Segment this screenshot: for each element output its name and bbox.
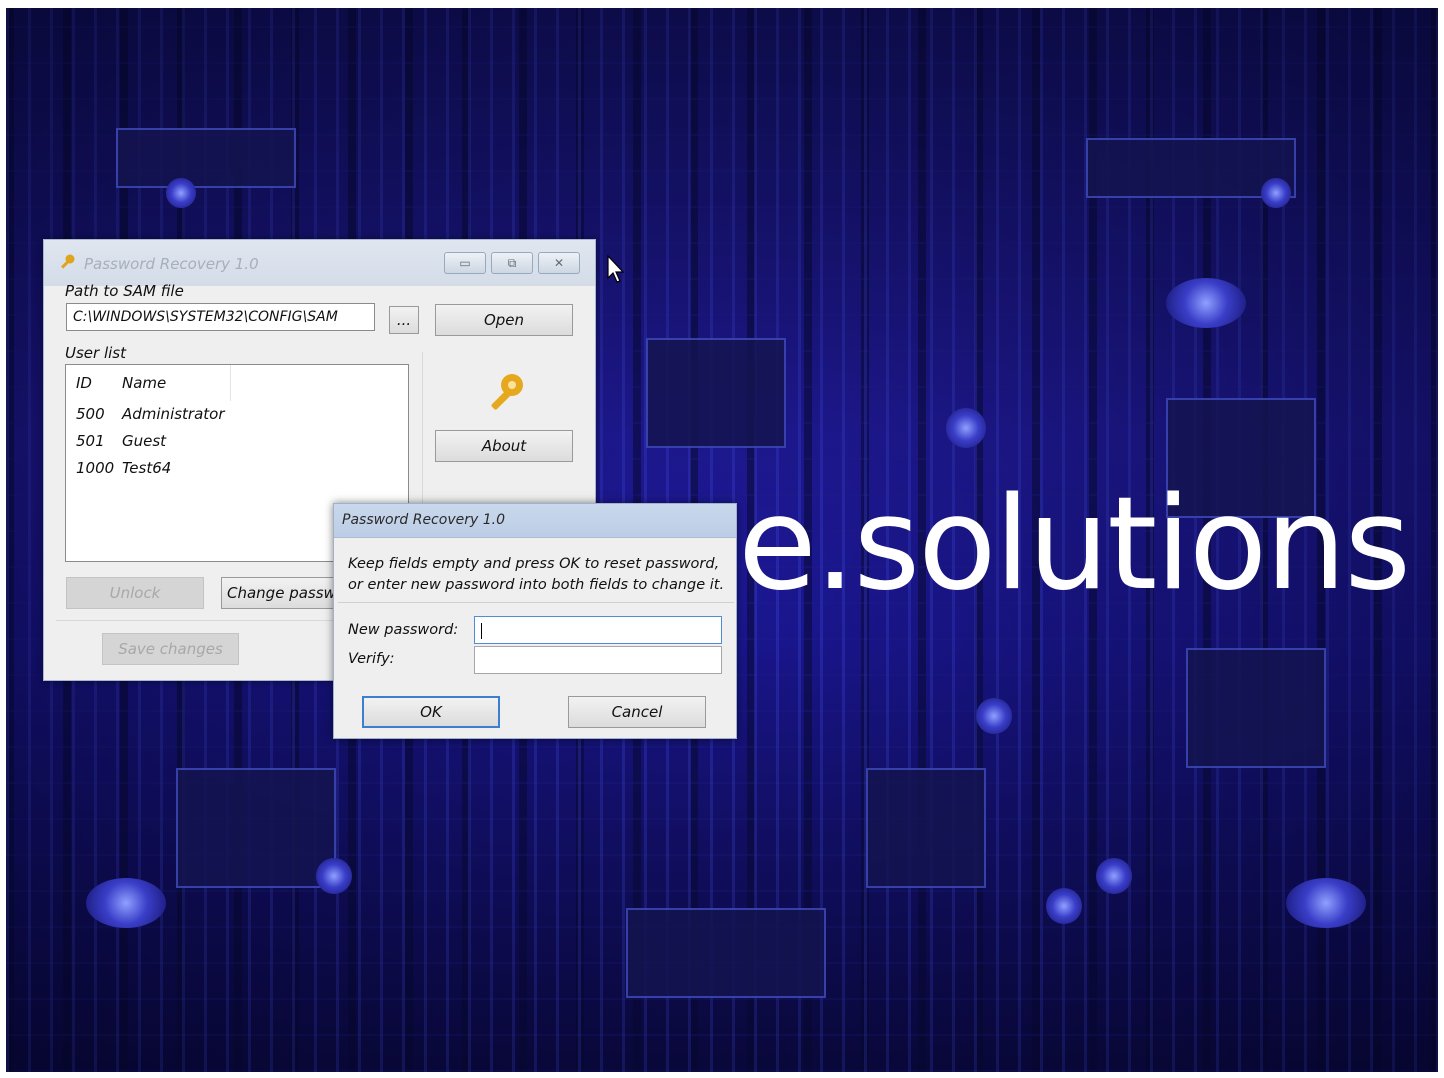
list-item[interactable]: 501 Guest bbox=[66, 430, 366, 456]
circuit-chip bbox=[116, 128, 296, 188]
circuit-pad bbox=[1046, 888, 1082, 924]
circuit-pad bbox=[166, 178, 196, 208]
circuit-pad bbox=[316, 858, 352, 894]
circuit-pad bbox=[86, 878, 166, 928]
list-item[interactable]: 1000 Test64 bbox=[66, 457, 366, 483]
unlock-button[interactable]: Unlock bbox=[66, 577, 204, 609]
dialog-message: Keep fields empty and press OK to reset … bbox=[348, 554, 724, 596]
circuit-pad bbox=[1286, 878, 1366, 928]
open-button[interactable]: Open bbox=[435, 304, 573, 336]
minimize-button[interactable]: ▭ bbox=[444, 252, 486, 274]
circuit-chip bbox=[866, 768, 986, 888]
sam-path-input[interactable] bbox=[66, 303, 375, 331]
dialog-message-line: Keep fields empty and press OK to reset … bbox=[348, 556, 720, 572]
change-password-dialog: Password Recovery 1.0 Keep fields empty … bbox=[333, 503, 737, 739]
user-id: 501 bbox=[76, 432, 105, 450]
circuit-chip bbox=[1186, 648, 1326, 768]
circuit-pad bbox=[1261, 178, 1291, 208]
column-header-name[interactable]: Name bbox=[122, 374, 166, 392]
dialog-message-line: or enter new password into both fields t… bbox=[348, 577, 725, 593]
circuit-chip bbox=[646, 338, 786, 448]
key-icon bbox=[491, 374, 523, 410]
user-id: 1000 bbox=[76, 459, 115, 477]
close-button[interactable]: ✕ bbox=[538, 252, 580, 274]
brand-text: e.solutions bbox=[738, 470, 1411, 619]
user-id: 500 bbox=[76, 405, 105, 423]
circuit-pad bbox=[1166, 278, 1246, 328]
user-list-label: User list bbox=[65, 344, 126, 362]
circuit-pad bbox=[976, 698, 1012, 734]
divider bbox=[338, 602, 734, 603]
list-header: ID Name bbox=[66, 365, 231, 401]
ok-button[interactable]: OK bbox=[362, 696, 500, 728]
circuit-pad bbox=[1096, 858, 1132, 894]
save-changes-button[interactable]: Save changes bbox=[102, 633, 239, 665]
window-title: Password Recovery 1.0 bbox=[84, 255, 259, 273]
text-caret bbox=[481, 623, 482, 639]
key-icon bbox=[61, 254, 75, 269]
new-password-label: New password: bbox=[348, 622, 459, 638]
circuit-chip bbox=[626, 908, 826, 998]
list-item[interactable]: 500 Administrator bbox=[66, 403, 366, 429]
circuit-chip bbox=[176, 768, 336, 888]
user-name: Administrator bbox=[122, 405, 225, 423]
path-label: Path to SAM file bbox=[65, 282, 184, 300]
title-bar[interactable]: Password Recovery 1.0 ▭ ⧉ ✕ bbox=[44, 240, 595, 286]
column-header-id[interactable]: ID bbox=[76, 374, 92, 392]
circuit-pad bbox=[946, 408, 986, 448]
new-password-field[interactable] bbox=[474, 616, 722, 644]
browse-button[interactable]: ... bbox=[389, 306, 419, 334]
verify-field[interactable] bbox=[474, 646, 722, 674]
maximize-button[interactable]: ⧉ bbox=[491, 252, 533, 274]
dialog-footer: OK Cancel bbox=[334, 690, 736, 738]
dialog-title-bar[interactable]: Password Recovery 1.0 bbox=[334, 504, 736, 538]
user-name: Test64 bbox=[122, 459, 172, 477]
about-button[interactable]: About bbox=[435, 430, 573, 462]
verify-label: Verify: bbox=[348, 651, 395, 667]
dialog-title: Password Recovery 1.0 bbox=[342, 512, 505, 528]
cancel-button[interactable]: Cancel bbox=[568, 696, 706, 728]
user-name: Guest bbox=[122, 432, 167, 450]
mouse-pointer-icon bbox=[607, 254, 625, 283]
